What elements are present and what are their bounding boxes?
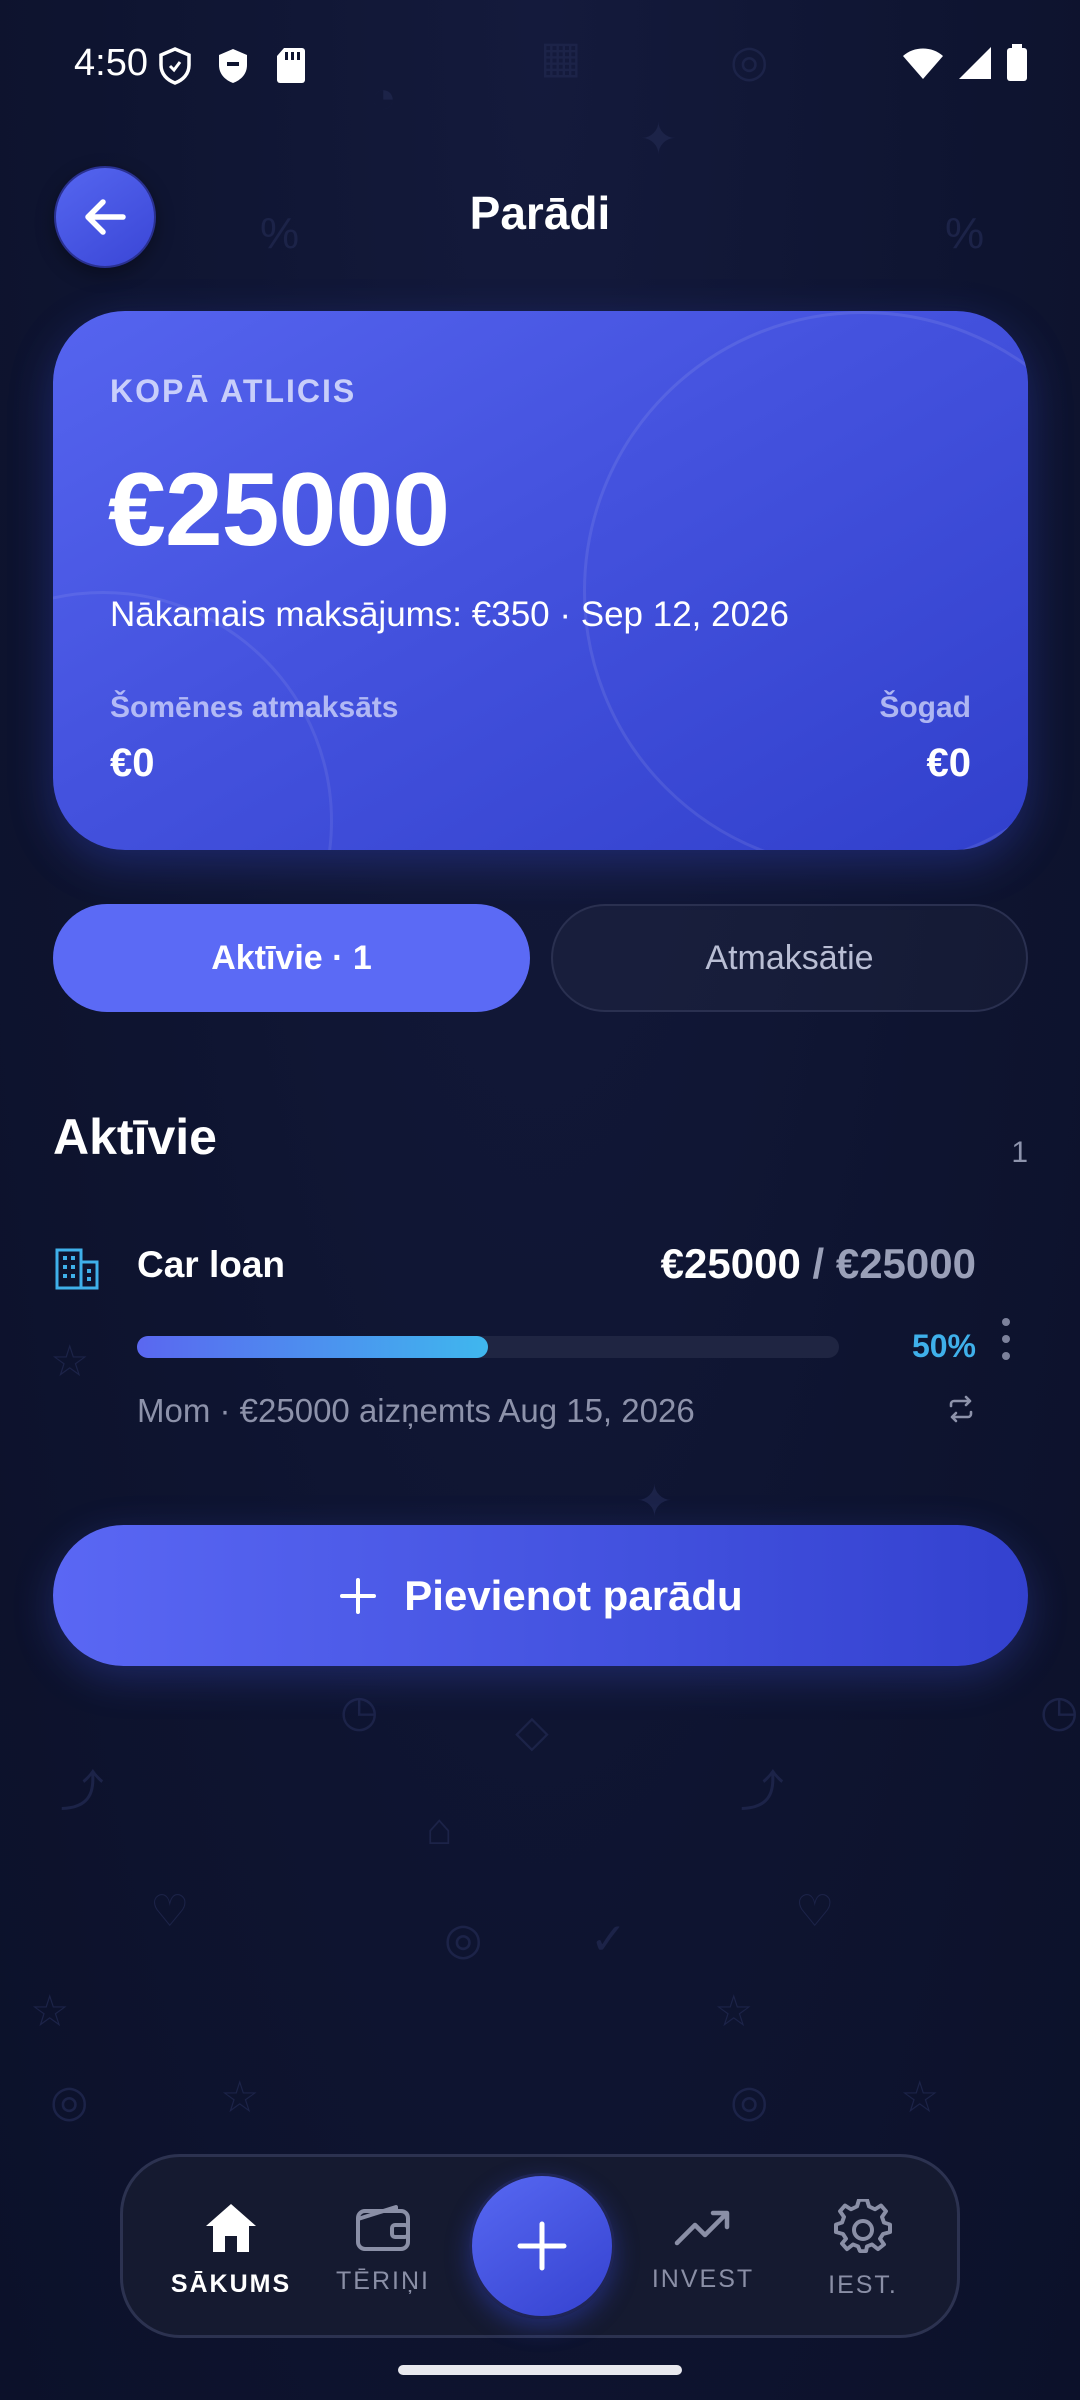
chart-doodle-icon: ⤴ xyxy=(60,1767,104,1816)
next-payment-text: Nākamais maksājums: €350 · Sep 12, 2026 xyxy=(110,595,789,634)
gear-icon xyxy=(834,2198,892,2253)
debt-amounts: €25000 / €25000 xyxy=(661,1240,976,1288)
target-doodle-icon: ◎ xyxy=(444,1915,483,1964)
star-doodle-icon-6: ☆ xyxy=(220,2073,260,2122)
chart-doodle-icon-2: ⤴ xyxy=(740,1767,784,1816)
summary-card: KOPĀ ATLICIS €25000 Nākamais maksājums: … xyxy=(53,311,1028,850)
plus-icon xyxy=(517,2221,567,2271)
add-debt-button[interactable]: Pievienot parādu xyxy=(53,1525,1028,1666)
debt-progress-bar xyxy=(137,1336,839,1358)
check-doodle-icon: ✓ xyxy=(590,1915,627,1964)
clock-doodle-icon: ◷ xyxy=(340,1687,379,1736)
total-remaining-amount: €25000 xyxy=(108,452,450,568)
more-dot xyxy=(1002,1318,1010,1326)
coin-doodle-icon-2: ◎ xyxy=(50,2077,89,2126)
status-right-icons xyxy=(902,44,1028,82)
add-debt-label: Pievienot parādu xyxy=(404,1571,743,1619)
month-paid-label: Šomēnes atmaksāts xyxy=(110,691,399,724)
debt-meta: Mom · €25000 aizņemts Aug 15, 2026 xyxy=(137,1392,695,1429)
debt-list-item[interactable]: Car loan €25000 / €25000 50% Mom · €2500… xyxy=(53,1230,1028,1440)
clock-doodle-icon-2: ◷ xyxy=(1040,1687,1079,1736)
more-dot xyxy=(1002,1335,1010,1343)
house-doodle-icon: ⌂ xyxy=(426,1805,453,1854)
section-title: Aktīvie xyxy=(53,1109,217,1165)
shield-outline-icon xyxy=(159,47,191,85)
status-time: 4:50 xyxy=(74,42,148,84)
heart-doodle-icon-2: ♡ xyxy=(795,1887,835,1936)
bottom-navigation: SĀKUMS TĒRIŅI INVEST IEST. xyxy=(120,2154,960,2338)
nav-invest[interactable]: INVEST xyxy=(633,2157,773,2341)
nav-home-label: SĀKUMS xyxy=(170,2269,292,2298)
signal-icon xyxy=(959,47,991,79)
heart-doodle-icon: ♡ xyxy=(150,1887,190,1936)
nav-expenses[interactable]: TĒRIŅI xyxy=(313,2157,453,2341)
home-icon xyxy=(206,2203,256,2252)
debt-name: Car loan xyxy=(137,1244,286,1285)
wifi-icon xyxy=(903,48,943,79)
month-paid-value: €0 xyxy=(110,741,155,785)
tab-active[interactable]: Aktīvie · 1 xyxy=(53,904,530,1012)
battery-icon xyxy=(1007,44,1027,81)
building-icon xyxy=(55,1248,99,1290)
star-doodle-icon-3: ✦ xyxy=(636,1477,673,1526)
more-options-button[interactable] xyxy=(994,1314,1018,1364)
add-transaction-fab[interactable] xyxy=(469,2173,615,2319)
nav-expenses-label: TĒRIŅI xyxy=(336,2266,430,2295)
year-paid-label: Šogad xyxy=(879,691,971,724)
sd-card-icon xyxy=(277,48,305,83)
nav-settings[interactable]: IEST. xyxy=(793,2157,933,2341)
trending-up-icon xyxy=(674,2210,730,2245)
diamond-doodle-icon: ◇ xyxy=(515,1707,549,1756)
debt-progress-fill xyxy=(137,1336,488,1358)
nav-settings-label: IEST. xyxy=(828,2270,898,2299)
star-doodle-icon-5: ☆ xyxy=(714,1987,754,2036)
nav-invest-label: INVEST xyxy=(651,2264,755,2293)
tab-paid[interactable]: Atmaksātie xyxy=(551,904,1028,1012)
screen: ▦ ◎ ◔ ✦ % % ☆ ✦ ◇ ◷ ◷ ⤴ ⤴ ⌂ ♡ ♡ ◎ ✓ ☆ ☆ … xyxy=(0,0,1080,2400)
debt-remaining: €25000 xyxy=(660,1240,801,1287)
total-remaining-label: KOPĀ ATLICIS xyxy=(110,373,357,409)
home-indicator[interactable] xyxy=(398,2365,682,2375)
nav-home[interactable]: SĀKUMS xyxy=(151,2157,311,2341)
shield-filled-icon xyxy=(219,49,247,83)
star-doodle-icon-4: ☆ xyxy=(30,1987,70,2036)
debt-total: €25000 xyxy=(835,1240,976,1287)
page-title: Parādi xyxy=(469,187,611,239)
plus-icon xyxy=(340,1577,377,1614)
coin-doodle-icon-3: ◎ xyxy=(730,2077,769,2126)
repeat-icon xyxy=(949,1395,973,1423)
status-bar: 4:50 xyxy=(0,0,1080,130)
section-count: 1 xyxy=(1011,1136,1028,1169)
more-dot xyxy=(1002,1352,1010,1360)
debt-percent: 50% xyxy=(911,1328,976,1364)
star-doodle-icon-7: ☆ xyxy=(900,2073,940,2122)
wallet-icon xyxy=(356,2204,410,2251)
debt-amount-separator: / xyxy=(812,1240,825,1287)
year-paid-value: €0 xyxy=(926,741,972,785)
